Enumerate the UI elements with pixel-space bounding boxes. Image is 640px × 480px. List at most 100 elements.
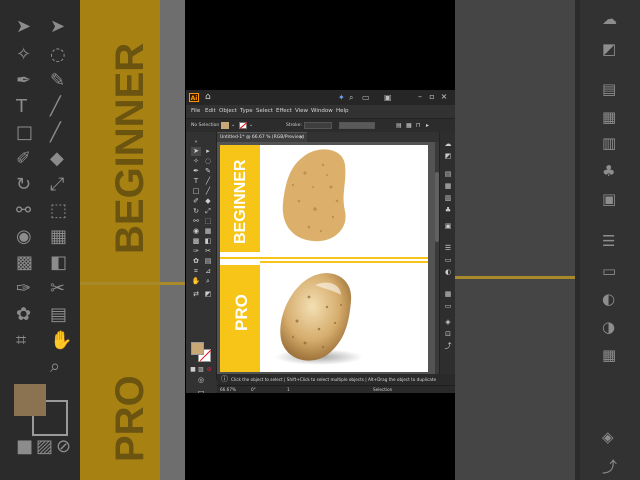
align-panel-icon[interactable]: ▭ bbox=[443, 302, 453, 311]
screen-mode-icon[interactable]: ▭ bbox=[196, 388, 206, 393]
type-tool-icon[interactable]: T bbox=[191, 177, 201, 186]
transform-panel-icon[interactable]: ⊡ bbox=[443, 330, 453, 339]
rotate-view[interactable]: 0° bbox=[251, 386, 256, 393]
background-divider-line-right bbox=[455, 276, 575, 279]
draw-mode-icon[interactable]: ◎ bbox=[196, 376, 206, 385]
symbol-sprayer-tool-icon[interactable]: ✿ bbox=[191, 257, 201, 266]
libraries-icon[interactable]: ☁ bbox=[443, 140, 453, 149]
search-icon[interactable]: ⌕ bbox=[349, 92, 353, 103]
swatches-icon[interactable]: ▦ bbox=[443, 182, 453, 191]
slice-tool-icon[interactable]: ⊿ bbox=[203, 267, 213, 276]
align-icon[interactable]: ▤ bbox=[396, 122, 402, 129]
mesh-tool-icon[interactable]: ▩ bbox=[191, 237, 201, 246]
symbols-icon[interactable]: ♣ bbox=[443, 206, 453, 215]
paintbrush-tool-icon[interactable]: ╱ bbox=[203, 187, 213, 196]
brushes-icon[interactable]: ▥ bbox=[443, 194, 453, 203]
graphic-styles-icon: ▣ bbox=[602, 190, 617, 208]
maximize-icon[interactable]: ▫ bbox=[427, 91, 437, 103]
flat-potato[interactable] bbox=[282, 149, 346, 242]
close-icon[interactable]: × bbox=[439, 91, 449, 103]
fill-mode-icon: ■ bbox=[16, 436, 34, 457]
menu-edit[interactable]: Edit bbox=[205, 107, 216, 116]
minimize-icon[interactable]: – bbox=[415, 91, 425, 103]
layers-stack-icon: ◈ bbox=[602, 428, 614, 446]
menu-file[interactable]: File bbox=[191, 107, 200, 116]
chevron-down-icon[interactable]: ⌄ bbox=[249, 122, 253, 129]
toolbar-collapse-icon[interactable]: « bbox=[191, 138, 201, 147]
menu-effect[interactable]: Effect bbox=[276, 107, 292, 116]
default-fill-stroke-icon[interactable]: ◩ bbox=[203, 290, 213, 299]
eyedropper-tool-icon[interactable]: ✑ bbox=[191, 247, 201, 256]
none-mode-icon: ⊘ bbox=[56, 436, 72, 457]
panel-menu-icon[interactable]: ▸ bbox=[426, 122, 429, 129]
selection-tool-icon[interactable]: ➤ bbox=[191, 147, 201, 156]
graphic-styles-icon[interactable]: ▣ bbox=[443, 222, 453, 231]
menu-view[interactable]: View bbox=[295, 107, 308, 116]
layers-icon[interactable]: ▤ bbox=[443, 170, 453, 179]
menu-select[interactable]: Select bbox=[256, 107, 273, 116]
transparency-icon[interactable]: ◐ bbox=[443, 268, 453, 277]
gradient-tool-icon[interactable]: ◧ bbox=[203, 237, 213, 246]
bottom-status-bar: 66.67% 0° 1 Selection bbox=[217, 385, 455, 393]
direct-selection-tool-icon[interactable]: ▸ bbox=[203, 147, 213, 156]
zoom-level[interactable]: 66.67% bbox=[220, 386, 236, 393]
arrange-icon[interactable]: ▭ bbox=[362, 92, 370, 103]
line-tool-icon[interactable]: ╱ bbox=[203, 177, 213, 186]
rectangle-tool-icon[interactable]: □ bbox=[191, 187, 201, 196]
arrange-objects-icon[interactable]: ⊓ bbox=[416, 122, 421, 129]
menu-object[interactable]: Object bbox=[219, 107, 237, 116]
width-tool-icon[interactable]: ⚯ bbox=[191, 217, 201, 226]
stroke-panel-icon[interactable]: ☰ bbox=[443, 244, 453, 253]
graph-tool-icon[interactable]: ▤ bbox=[203, 257, 213, 266]
app-logo: Ai bbox=[189, 93, 199, 102]
shaded-potato[interactable] bbox=[275, 273, 363, 365]
perspective-grid-tool-icon[interactable]: ▦ bbox=[203, 227, 213, 236]
pen-tool-icon[interactable]: ✒ bbox=[191, 167, 201, 176]
shape-builder-tool-icon[interactable]: ◉ bbox=[191, 227, 201, 236]
fill-color-swatch[interactable] bbox=[221, 122, 229, 129]
scale-tool-icon[interactable]: ⤢ bbox=[203, 207, 213, 216]
eraser-tool-icon[interactable]: ◆ bbox=[203, 197, 213, 206]
lasso-tool-icon[interactable]: ◌ bbox=[203, 157, 213, 166]
artboard-number[interactable]: 1 bbox=[287, 386, 290, 393]
artboard[interactable]: BEGINNER PRO bbox=[220, 145, 428, 372]
gradient-panel-icon[interactable]: ▭ bbox=[443, 256, 453, 265]
share-icon[interactable]: ✦ bbox=[338, 92, 345, 103]
direct-select-icon: ➤ bbox=[50, 16, 66, 37]
zoom-tool-icon[interactable]: ⌕ bbox=[203, 277, 213, 286]
blend-tool-icon[interactable]: ✂ bbox=[203, 247, 213, 256]
home-icon[interactable]: ⌂ bbox=[205, 92, 211, 103]
free-transform-tool-icon[interactable]: ⬚ bbox=[203, 217, 213, 226]
rotate-tool-icon[interactable]: ↻ bbox=[191, 207, 201, 216]
title-bar: Ai ⌂ ✦ ⌕ ▭ ▣ – ▫ × bbox=[186, 90, 455, 105]
fill-swatch[interactable] bbox=[191, 342, 204, 355]
stroke-color-swatch[interactable] bbox=[239, 122, 247, 129]
curvature-tool-icon[interactable]: ✎ bbox=[203, 167, 213, 176]
export-icon[interactable]: ⤴ bbox=[443, 342, 453, 351]
artboard-tool-icon[interactable]: ⌗ bbox=[191, 267, 201, 276]
selection-status: No Selection bbox=[191, 123, 220, 128]
background-left: BEGINNER PRO ➤ ➤ ✧ ◌ ✒ ✎ T ╱ □ ╱ ✐ ◆ ↻ ⤢… bbox=[0, 0, 185, 480]
stroke-label: Stroke: bbox=[286, 123, 302, 128]
hand-tool-icon[interactable]: ✋ bbox=[191, 277, 201, 286]
gradient-panel-icon: ▭ bbox=[602, 262, 617, 280]
pathfinder-icon[interactable]: ◈ bbox=[443, 318, 453, 327]
chevron-down-icon[interactable]: ⌄ bbox=[231, 122, 235, 129]
menu-help[interactable]: Help bbox=[336, 107, 349, 116]
stroke-weight-field[interactable] bbox=[304, 122, 332, 129]
transform-icon[interactable]: ▦ bbox=[406, 122, 412, 129]
menu-window[interactable]: Window bbox=[311, 107, 333, 116]
shaper-tool-icon[interactable]: ✐ bbox=[191, 197, 201, 206]
close-tab-icon[interactable]: × bbox=[299, 133, 304, 142]
style-field[interactable] bbox=[339, 122, 375, 129]
workspace-icon[interactable]: ▣ bbox=[384, 92, 392, 103]
artboard-icon: ⌗ bbox=[16, 330, 27, 351]
potato-artwork[interactable] bbox=[275, 145, 428, 372]
properties-icon[interactable]: ◩ bbox=[443, 152, 453, 161]
magic-wand-tool-icon[interactable]: ✧ bbox=[191, 157, 201, 166]
rectangle-icon: □ bbox=[16, 122, 34, 143]
swap-fill-stroke-icon[interactable]: ⇄ bbox=[191, 290, 201, 299]
appearance-icon[interactable]: ▦ bbox=[443, 290, 453, 299]
none-mode-icon[interactable]: ⊘ bbox=[204, 365, 214, 374]
menu-type[interactable]: Type bbox=[240, 107, 253, 116]
